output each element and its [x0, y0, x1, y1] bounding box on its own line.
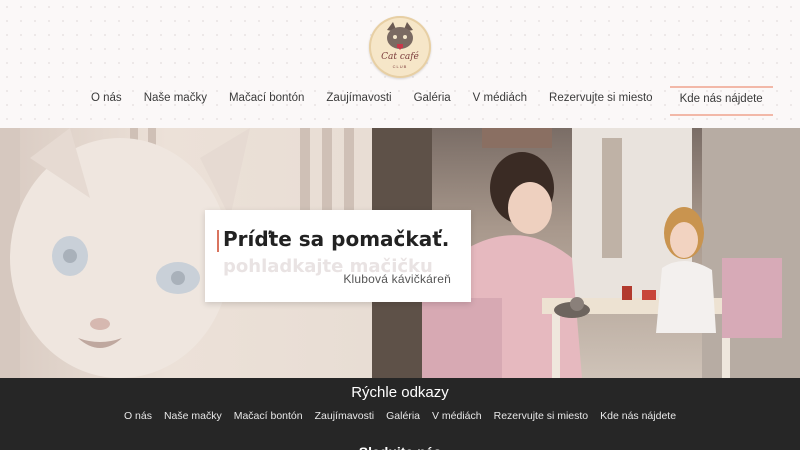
nav-item-galeria[interactable]: Galéria [403, 86, 462, 112]
site-header: Cat café CLUB O nás Naše mačky Mačací bo… [0, 0, 800, 128]
hero-subtitle: Klubová kávičkáreň [343, 272, 451, 286]
hero-title: Príďte sa pomačkať. [223, 227, 450, 251]
nav-item-zaujimavosti[interactable]: Zaujímavosti [315, 86, 402, 112]
footer-link-v-mediach[interactable]: V médiách [426, 410, 488, 422]
logo-subtext: CLUB [392, 64, 408, 69]
footer-link-o-nas[interactable]: O nás [118, 410, 158, 422]
footer-link-macaci-bonton[interactable]: Mačací bontón [228, 410, 309, 422]
logo-text: Cat café [381, 52, 419, 62]
nav-item-v-mediach[interactable]: V médiách [462, 86, 538, 112]
footer-link-rezervujte[interactable]: Rezervujte si miesto [488, 410, 595, 422]
footer-link-nase-macky[interactable]: Naše mačky [158, 410, 228, 422]
footer-links: O nás Naše mačky Mačací bontón Zaujímavo… [0, 410, 800, 422]
cat-cafe-logo[interactable]: Cat café CLUB [369, 16, 431, 78]
footer-next-heading: Sledujte nás [358, 444, 442, 460]
hero-banner: pohladkajte mačičku Príďte sa pomačkať. … [0, 128, 800, 378]
nav-item-o-nas[interactable]: O nás [80, 86, 133, 112]
nav-item-macaci-bonton[interactable]: Mačací bontón [218, 86, 315, 112]
hero-card: pohladkajte mačičku Príďte sa pomačkať. … [205, 210, 471, 302]
title-accent-bar [217, 230, 219, 252]
nav-item-kde-nas-najdete[interactable]: Kde nás nájdete [669, 86, 773, 116]
footer-link-zaujimavosti[interactable]: Zaujímavosti [309, 410, 381, 422]
quick-links-footer: Rýchle odkazy O nás Naše mačky Mačací bo… [0, 378, 800, 460]
main-nav: O nás Naše mačky Mačací bontón Zaujímavo… [80, 86, 773, 116]
footer-link-kde-nas-najdete[interactable]: Kde nás nájdete [594, 410, 682, 422]
footer-title: Rýchle odkazy [351, 384, 449, 401]
nav-item-nase-macky[interactable]: Naše mačky [133, 86, 218, 112]
footer-link-galeria[interactable]: Galéria [380, 410, 426, 422]
nav-item-rezervujte[interactable]: Rezervujte si miesto [538, 86, 664, 112]
